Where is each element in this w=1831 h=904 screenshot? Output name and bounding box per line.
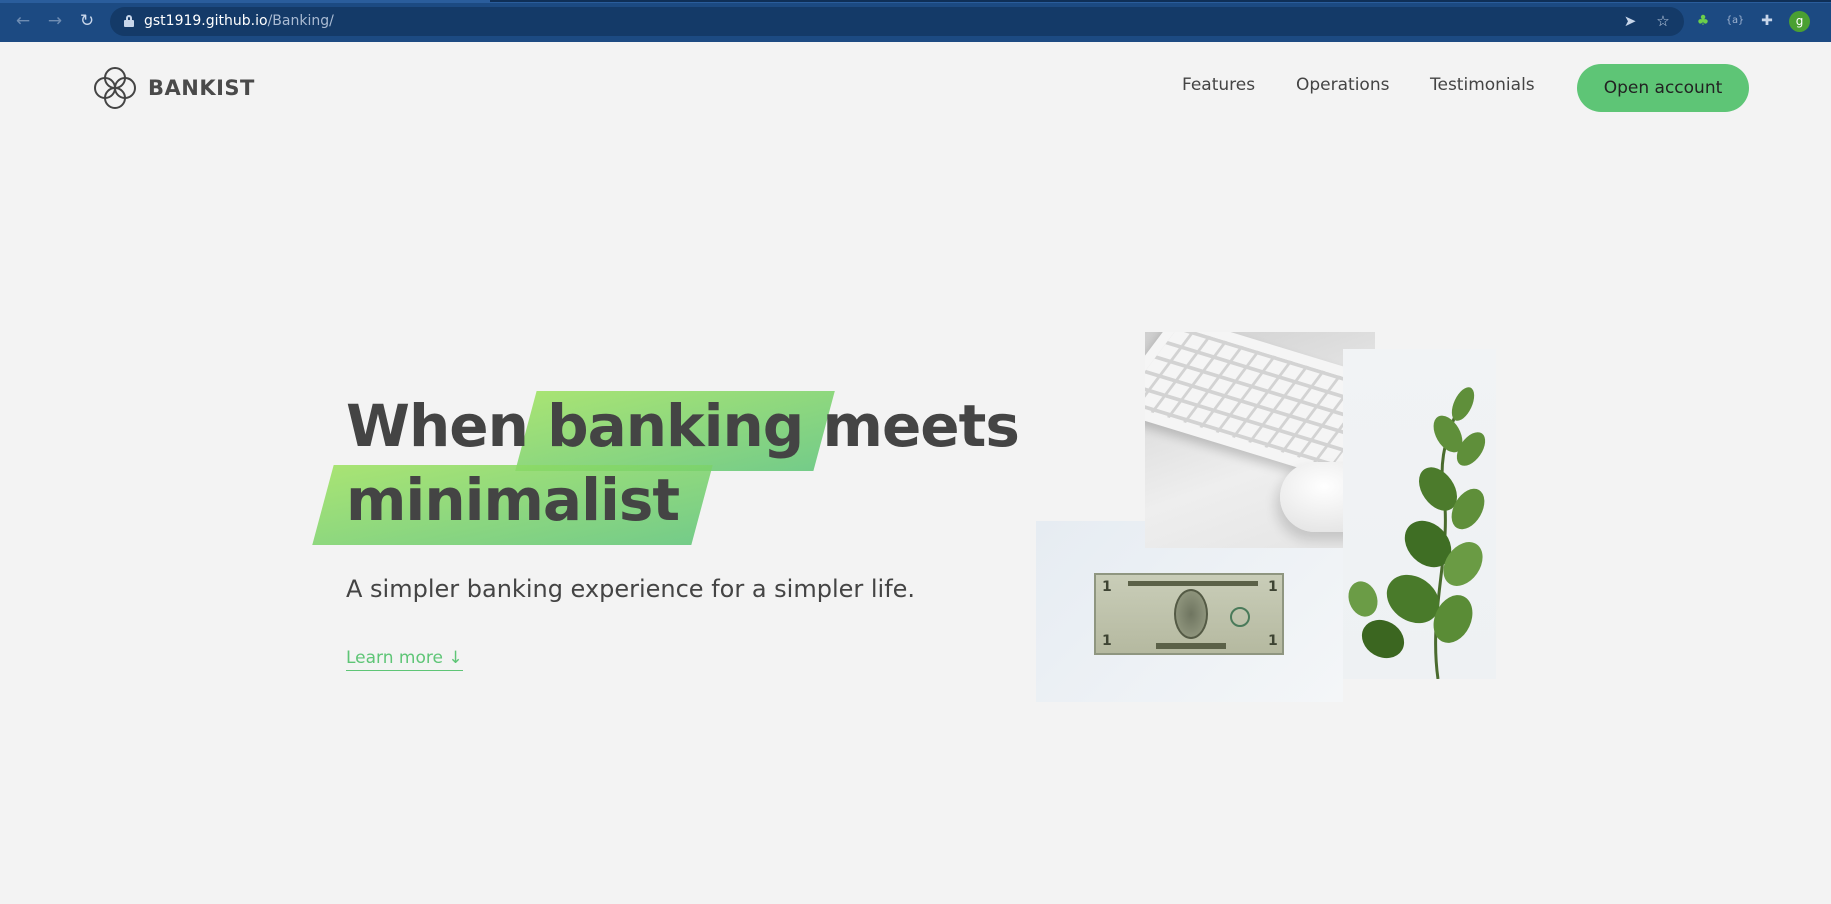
open-account-button[interactable]: Open account	[1577, 64, 1749, 112]
keyboard-graphic	[1145, 332, 1375, 479]
page-content: BANKIST Features Operations Testimonials…	[0, 42, 1831, 904]
url-host: gst1919.github.io	[144, 13, 268, 29]
hero-subhead: A simpler banking experience for a simpl…	[346, 575, 916, 603]
nav-link-features[interactable]: Features	[1182, 75, 1255, 95]
back-arrow-icon[interactable]: ←	[13, 11, 33, 31]
headline-line-2: minimalist	[346, 463, 1019, 537]
hero-image-keyboard-mouse	[1145, 332, 1375, 548]
brand-name: BANKIST	[148, 76, 255, 100]
send-icon[interactable]: ➤	[1621, 12, 1639, 30]
logo-rings-icon	[94, 67, 136, 109]
hero-image-plant	[1343, 349, 1496, 679]
puzzle-extensions-icon[interactable]: ✚	[1757, 11, 1777, 31]
dollar-bill-graphic: 1 1 1 1	[1094, 573, 1284, 655]
plant-graphic	[1348, 387, 1486, 679]
address-bar[interactable]: gst1919.github.io/Banking/ ➤ ☆	[110, 7, 1684, 36]
headline-word-when: When	[346, 392, 529, 460]
headline-highlight-minimalist: minimalist	[346, 463, 680, 537]
star-bookmark-icon[interactable]: ☆	[1654, 12, 1672, 30]
forward-arrow-icon[interactable]: →	[45, 11, 65, 31]
hero-image-dollar-bill: 1 1 1 1	[1036, 521, 1343, 702]
lock-icon	[124, 15, 134, 27]
profile-avatar[interactable]: g	[1789, 11, 1810, 32]
tree-extension-icon[interactable]: ♣	[1693, 11, 1713, 31]
headline-highlight-banking: banking	[547, 389, 804, 463]
nav-link-testimonials[interactable]: Testimonials	[1430, 75, 1535, 95]
reload-icon[interactable]: ↻	[77, 11, 97, 31]
browser-toolbar: ← → ↻ gst1919.github.io/Banking/ ➤ ☆ ♣ {…	[0, 0, 1831, 42]
tab-strip-edge	[0, 0, 1831, 3]
url-path: /Banking/	[267, 13, 334, 29]
headline-word-meets: meets	[822, 392, 1020, 460]
headline-line-1: When banking meets	[346, 389, 1020, 463]
braces-extension-icon[interactable]: {a}	[1725, 11, 1745, 31]
brand-logo[interactable]: BANKIST	[92, 65, 255, 111]
url-text[interactable]: gst1919.github.io/Banking/	[144, 13, 334, 29]
nav-link-operations[interactable]: Operations	[1296, 75, 1389, 95]
hero-headline: When banking meets minimalist	[346, 389, 1020, 537]
learn-more-link[interactable]: Learn more ↓	[346, 648, 463, 671]
